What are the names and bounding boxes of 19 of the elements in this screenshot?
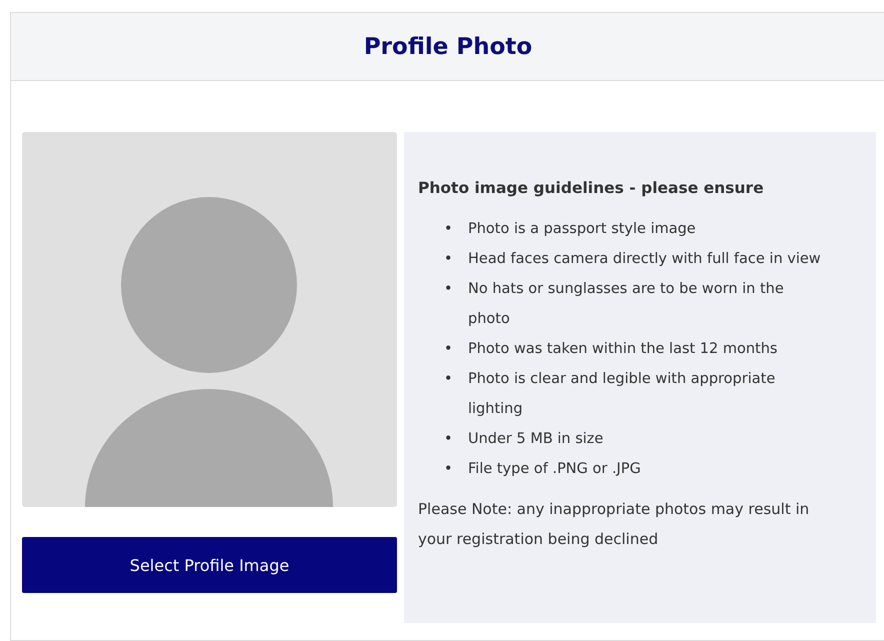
guidelines-heading: Photo image guidelines - please ensure <box>418 178 765 199</box>
avatar-placeholder-icon <box>22 132 397 507</box>
select-image-button[interactable]: Select Profile Image <box>22 537 397 593</box>
guideline-item: Under 5 MB in size <box>468 430 604 449</box>
bullet-icon: • <box>444 274 452 304</box>
note-text: Please Note: any inappropriate photos may result in your registration being declined <box>418 499 810 550</box>
guideline-item: Head faces camera directly with full face in view <box>468 250 822 269</box>
guideline-item: Photo is a passport style image <box>468 220 697 239</box>
guideline-item: File type of .PNG or .JPG <box>468 460 642 479</box>
page-title: Profile Photo <box>364 34 532 60</box>
guideline-item: Photo is clear and legible with appropriate lighting <box>468 370 776 419</box>
guideline-item: Photo was taken within the last 12 months <box>468 340 778 359</box>
bullet-icon: • <box>444 454 452 484</box>
bullet-icon: • <box>444 424 452 454</box>
guideline-item: No hats or sunglasses are to be worn in the photo <box>468 280 785 329</box>
bullet-icon: • <box>444 244 452 274</box>
bullet-icon: • <box>444 214 452 244</box>
bullet-icon: • <box>444 364 452 394</box>
bullet-icon: • <box>444 334 452 364</box>
